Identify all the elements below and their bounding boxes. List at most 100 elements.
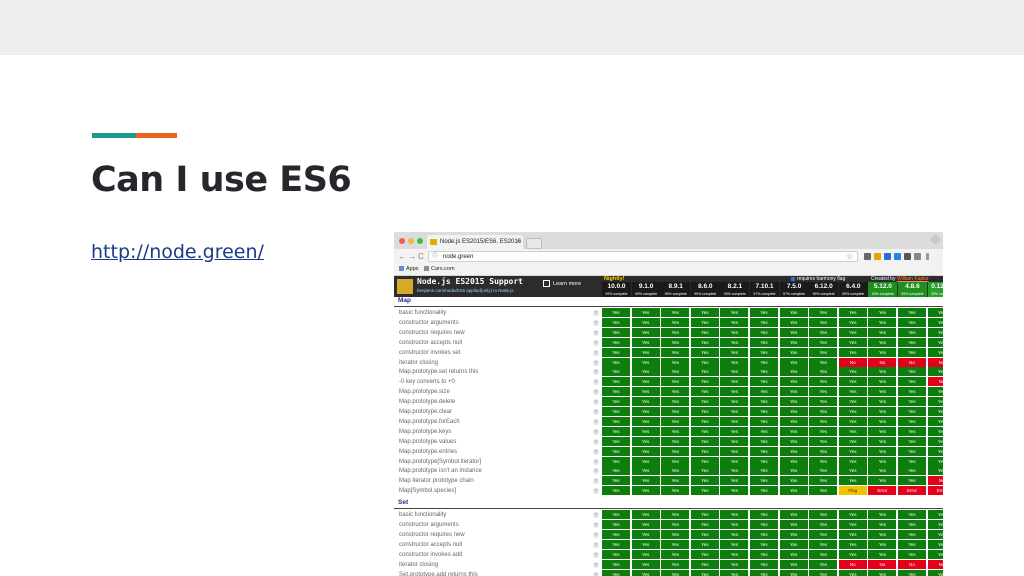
support-cell[interactable]: Yes [690,446,719,456]
support-cell[interactable]: Yes [602,377,630,387]
version-header[interactable]: 9.1.0 99% complete [631,282,661,297]
support-cell[interactable]: Yes [750,308,778,317]
support-cell[interactable]: Yes [690,407,719,416]
support-cell[interactable]: Yes [898,397,926,407]
support-cell[interactable]: Yes [809,569,838,576]
support-cell[interactable]: Yes [690,416,719,426]
support-cell[interactable]: Yes [927,387,943,397]
support-cell[interactable]: Yes [661,559,690,569]
site-info-icon[interactable]: ⓘ [432,252,438,263]
help-icon[interactable]: ? [593,478,599,485]
help-icon[interactable]: ? [593,468,599,475]
support-cell[interactable]: Yes [868,466,897,476]
feature-label[interactable]: Map iterator prototype chain [399,476,474,486]
support-cell[interactable]: Yes [602,317,630,327]
support-cell[interactable]: Yes [690,367,719,377]
support-cell[interactable]: Yes [720,476,749,486]
support-cell[interactable]: Yes [690,317,719,327]
support-cell[interactable]: Yes [690,486,719,496]
support-cell[interactable]: Yes [602,407,630,416]
support-cell[interactable]: No [838,559,867,569]
support-cell[interactable]: Yes [602,559,630,569]
support-cell[interactable]: Yes [631,387,660,397]
support-cell[interactable]: Yes [868,337,897,347]
support-cell[interactable]: Yes [720,426,749,436]
support-cell[interactable]: Yes [661,539,690,549]
support-cell[interactable]: Yes [720,407,749,416]
support-cell[interactable]: Yes [868,529,897,539]
support-cell[interactable]: Yes [927,436,943,446]
support-cell[interactable]: Yes [779,397,808,407]
support-cell[interactable]: Yes [809,367,838,377]
support-cell[interactable]: Yes [750,456,778,466]
support-cell[interactable]: Yes [661,426,690,436]
support-cell[interactable]: Yes [779,407,808,416]
support-cell[interactable]: Yes [602,308,630,317]
support-cell[interactable]: Yes [720,559,749,569]
support-cell[interactable]: Yes [927,529,943,539]
support-cell[interactable]: Yes [631,559,660,569]
support-cell[interactable]: Yes [720,347,749,357]
support-cell[interactable]: Yes [898,377,926,387]
support-cell[interactable]: Yes [809,456,838,466]
support-cell[interactable]: Yes [838,347,867,357]
tab-close-icon[interactable]: × [516,235,520,249]
feature-label[interactable]: constructor requires new [399,530,465,540]
support-cell[interactable]: Yes [602,337,630,347]
support-cell[interactable]: Yes [661,476,690,486]
support-cell[interactable]: Yes [809,436,838,446]
feature-label[interactable]: constructor arguments [399,318,459,328]
feature-label[interactable]: Map.prototype.set returns this [399,367,478,377]
support-cell[interactable]: Yes [661,397,690,407]
support-cell[interactable]: No [868,357,897,367]
feature-label[interactable]: constructor arguments [399,520,459,530]
support-cell[interactable]: Yes [809,559,838,569]
support-cell[interactable]: Yes [868,446,897,456]
support-cell[interactable]: Yes [750,569,778,576]
feature-label[interactable]: Map[Symbol.species] [399,486,456,496]
support-cell[interactable]: Yes [602,539,630,549]
support-cell[interactable]: Yes [661,529,690,539]
support-cell[interactable]: Yes [868,407,897,416]
support-cell[interactable]: Yes [809,539,838,549]
help-icon[interactable]: ? [593,522,599,528]
support-cell[interactable]: Yes [898,510,926,520]
profile-icon[interactable] [931,235,940,244]
help-icon[interactable]: ? [593,319,599,326]
support-cell[interactable]: Yes [838,549,867,559]
support-cell[interactable]: Yes [750,446,778,456]
support-cell[interactable]: Yes [868,476,897,486]
support-cell[interactable]: Yes [720,317,749,327]
support-cell[interactable]: Yes [690,549,719,559]
extension-icon-3[interactable] [884,253,891,260]
support-cell[interactable]: Yes [631,486,660,496]
support-cell[interactable]: Yes [779,327,808,337]
browser-tab[interactable]: Node.js ES2015/ES6, ES2016 × [427,235,523,249]
help-icon[interactable]: ? [593,389,599,396]
support-cell[interactable]: Yes [868,456,897,466]
support-cell[interactable]: Yes [750,520,778,529]
support-cell[interactable]: Error [898,486,926,496]
support-cell[interactable]: No [927,377,943,387]
support-cell[interactable]: Yes [661,456,690,466]
extension-icon-1[interactable] [864,253,871,260]
support-cell[interactable]: Error [868,486,897,496]
support-cell[interactable]: Yes [927,426,943,436]
support-cell[interactable]: Yes [838,539,867,549]
support-cell[interactable]: Yes [602,466,630,476]
support-cell[interactable]: Yes [602,367,630,377]
support-cell[interactable]: Yes [720,529,749,539]
support-cell[interactable]: Yes [809,337,838,347]
help-icon[interactable]: ? [593,512,599,519]
support-cell[interactable]: Yes [720,549,749,559]
support-cell[interactable]: Yes [750,510,778,520]
support-cell[interactable]: Yes [720,367,749,377]
close-window-icon[interactable] [399,238,405,244]
support-cell[interactable]: Yes [690,397,719,407]
support-cell[interactable]: Yes [750,559,778,569]
support-cell[interactable]: Yes [898,317,926,327]
feature-label[interactable]: constructor requires new [399,328,465,338]
support-cell[interactable]: Yes [631,510,660,520]
feature-label[interactable]: Map.prototype.keys [399,427,451,437]
bookmark-cars[interactable]: Cars.com [424,265,455,274]
